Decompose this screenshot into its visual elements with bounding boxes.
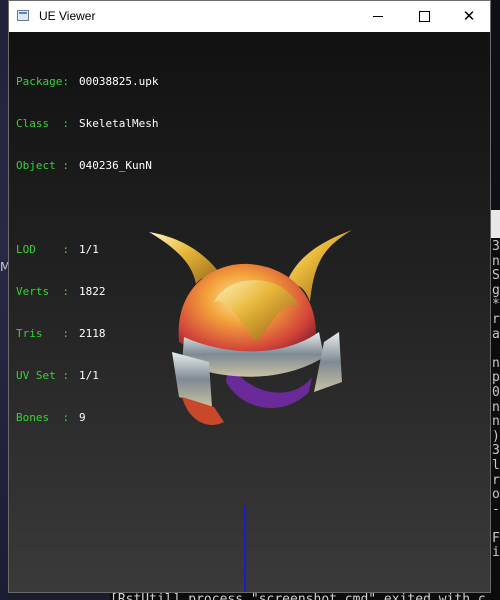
bones-value: 9 <box>79 411 86 424</box>
helmet-mesh-render <box>149 230 352 425</box>
class-row: Class : SkeletalMesh <box>16 117 158 131</box>
package-row: Package: 00038825.upk <box>16 75 158 89</box>
uvset-label: UV Set : <box>16 369 69 382</box>
window-title: UE Viewer <box>39 9 96 23</box>
package-value: 00038825.upk <box>79 75 159 88</box>
lod-value: 1/1 <box>79 243 99 256</box>
package-label: Package: <box>16 75 69 88</box>
class-value: SkeletalMesh <box>79 117 159 130</box>
object-value: 040236_KunN <box>79 159 152 172</box>
class-label: Class : <box>16 117 69 130</box>
uvset-value: 1/1 <box>79 369 99 382</box>
close-button[interactable]: ✕ <box>446 1 492 32</box>
3d-viewport[interactable]: Package: 00038825.upk Class : SkeletalMesh… <box>9 32 490 592</box>
minimize-button[interactable] <box>355 1 401 32</box>
close-icon: ✕ <box>462 7 476 25</box>
object-row: Object : 040236_KunN <box>16 159 158 173</box>
title-bar[interactable]: UE Viewer ✕ <box>9 1 490 32</box>
bones-label: Bones : <box>16 411 69 424</box>
maximize-button[interactable] <box>401 1 447 32</box>
maximize-icon <box>418 11 430 22</box>
verts-label: Verts : <box>16 285 69 298</box>
ue-viewer-window: UE Viewer ✕ Package: 00038825.upk Class :… <box>8 0 491 593</box>
console-text-column: 3 n S g * r a n p 0 n n ) 3 l r o - F i <box>492 239 500 561</box>
verts-value: 1822 <box>79 285 106 298</box>
object-label: Object : <box>16 159 69 172</box>
console-title-band <box>491 210 500 238</box>
y-axis-gizmo <box>244 505 246 592</box>
app-window-icon <box>17 10 29 21</box>
lod-label: LOD : <box>16 243 69 256</box>
tris-label: Tris : <box>16 327 69 340</box>
tris-value: 2118 <box>79 327 106 340</box>
background-console-window: 3 n S g * r a n p 0 n n ) 3 l r o - F i <box>491 210 500 595</box>
minimize-icon <box>373 16 383 17</box>
